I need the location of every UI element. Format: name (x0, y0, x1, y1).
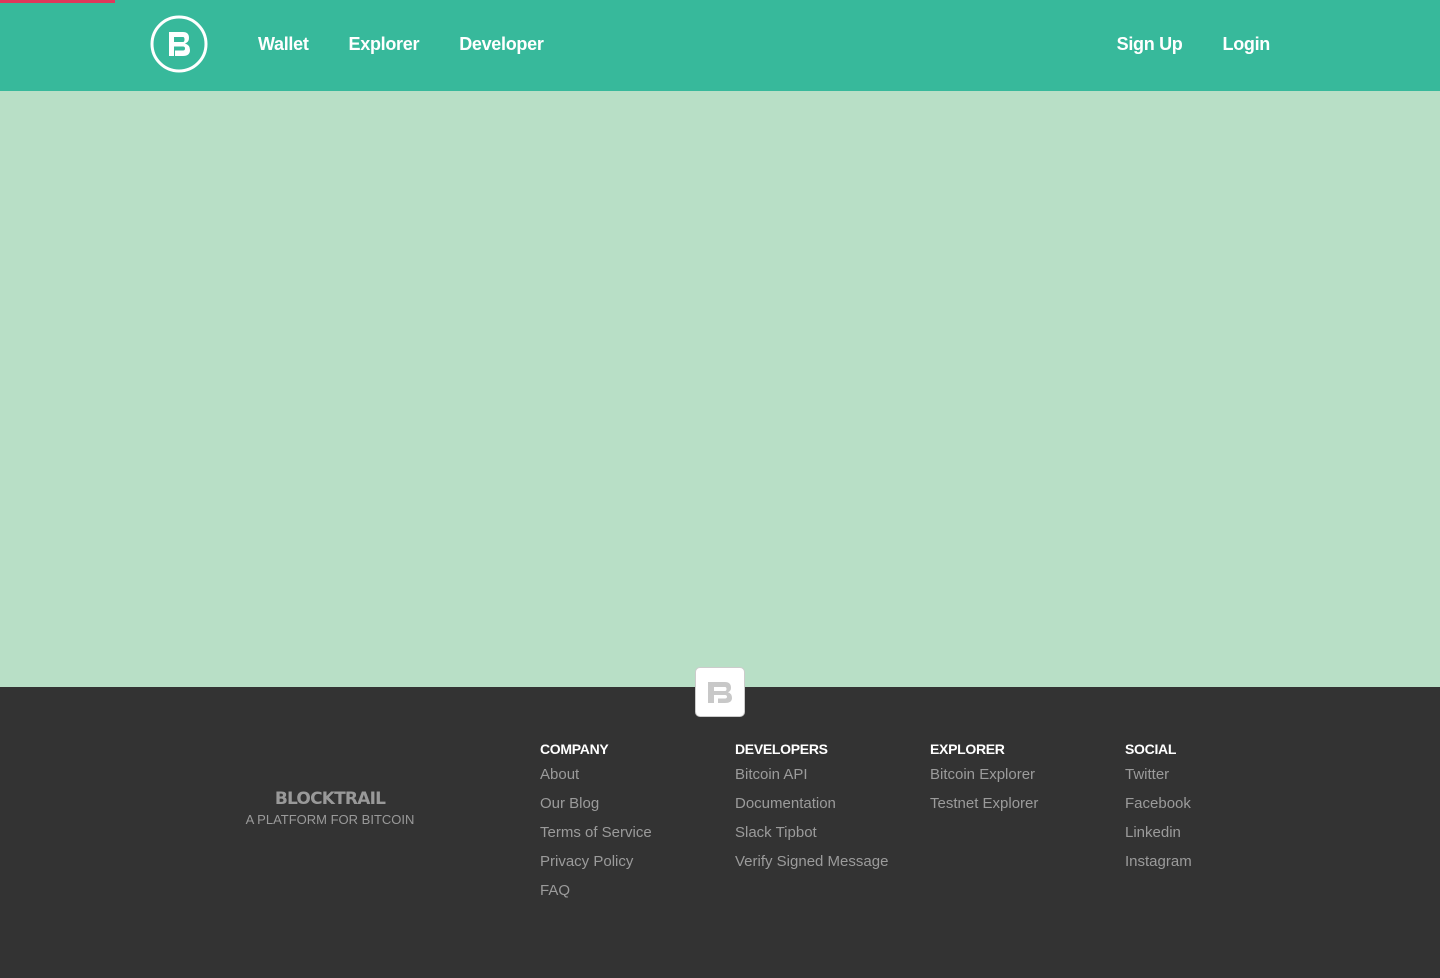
blocktrail-logo-icon (708, 682, 732, 703)
footer-link-about[interactable]: About (540, 760, 730, 789)
nav-link-developer[interactable]: Developer (459, 34, 544, 55)
footer-column-social: SOCIAL Twitter Facebook Linkedin Instagr… (1125, 741, 1315, 876)
footer-column-developers: DEVELOPERS Bitcoin API Documentation Sla… (735, 741, 925, 876)
main-nav: Wallet Explorer Developer (258, 0, 584, 88)
nav-link-wallet[interactable]: Wallet (258, 34, 309, 55)
site-footer: BLOCKTRAIL A PLATFORM FOR BITCOIN COMPAN… (0, 667, 1440, 978)
footer-link-terms-of-service[interactable]: Terms of Service (540, 818, 730, 847)
column-heading: DEVELOPERS (735, 741, 828, 757)
footer-link-instagram[interactable]: Instagram (1125, 847, 1315, 876)
column-heading: COMPANY (540, 741, 609, 757)
footer-link-twitter[interactable]: Twitter (1125, 760, 1315, 789)
footer-link-linkedin[interactable]: Linkedin (1125, 818, 1315, 847)
page-loading-progress-bar (0, 0, 115, 3)
footer-link-facebook[interactable]: Facebook (1125, 789, 1315, 818)
account-nav: Sign Up Login (1077, 0, 1271, 88)
login-link[interactable]: Login (1223, 34, 1271, 55)
footer-logo-badge (695, 667, 745, 717)
sign-up-link[interactable]: Sign Up (1117, 34, 1183, 55)
brand-tagline: A PLATFORM FOR BITCOIN (245, 812, 415, 827)
footer-column-explorer: EXPLORER Bitcoin Explorer Testnet Explor… (930, 741, 1120, 818)
footer-link-bitcoin-explorer[interactable]: Bitcoin Explorer (930, 760, 1120, 789)
top-navbar: Wallet Explorer Developer Sign Up Login (0, 0, 1440, 91)
footer-link-testnet-explorer[interactable]: Testnet Explorer (930, 789, 1120, 818)
footer-link-privacy-policy[interactable]: Privacy Policy (540, 847, 730, 876)
footer-link-faq[interactable]: FAQ (540, 876, 730, 905)
footer-link-verify-signed-message[interactable]: Verify Signed Message (735, 847, 925, 876)
footer-link-bitcoin-api[interactable]: Bitcoin API (735, 760, 925, 789)
main-content-area (0, 91, 1440, 687)
footer-link-documentation[interactable]: Documentation (735, 789, 925, 818)
column-heading: SOCIAL (1125, 741, 1177, 757)
footer-link-slack-tipbot[interactable]: Slack Tipbot (735, 818, 925, 847)
blocktrail-logo-icon[interactable] (150, 15, 208, 73)
footer-link-our-blog[interactable]: Our Blog (540, 789, 730, 818)
brand-name: BLOCKTRAIL (274, 789, 386, 809)
footer-column-company: COMPANY About Our Blog Terms of Service … (540, 741, 730, 905)
column-heading: EXPLORER (930, 741, 1005, 757)
nav-link-explorer[interactable]: Explorer (349, 34, 420, 55)
footer-brand: BLOCKTRAIL A PLATFORM FOR BITCOIN (230, 788, 430, 830)
